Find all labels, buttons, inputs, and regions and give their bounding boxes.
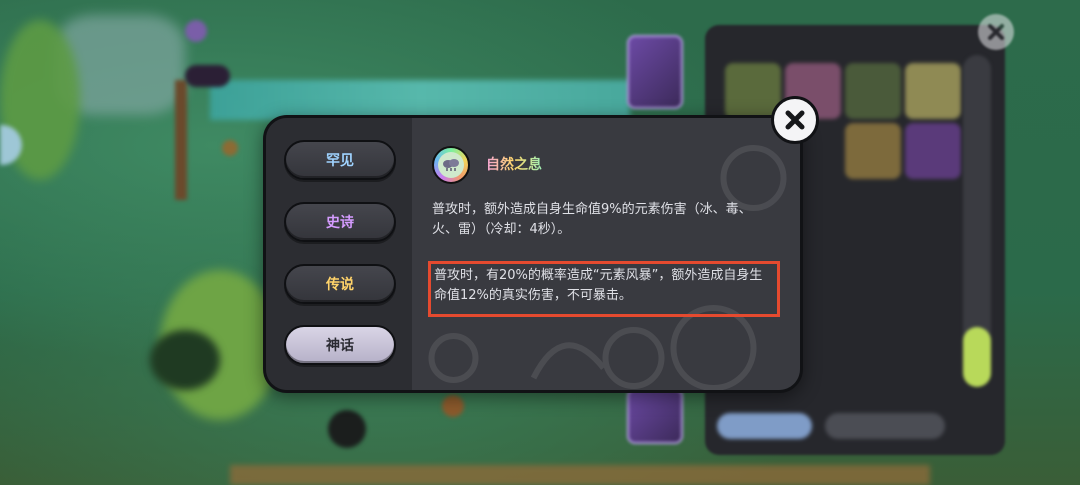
skill-title: 自然之息 <box>486 154 542 174</box>
inventory-category-bar <box>963 55 991 387</box>
inventory-slot <box>845 123 901 179</box>
close-icon <box>785 110 805 130</box>
inventory-card <box>627 35 683 109</box>
skill-description: 普攻时，额外造成自身生命值9%的元素伤害（冰、毒、火、雷）（冷却：4秒）。 <box>432 202 752 237</box>
rarity-tab-rare[interactable]: 罕见 <box>284 140 396 180</box>
background-item <box>185 20 207 42</box>
background-path <box>230 465 930 485</box>
inventory-filter-button <box>717 413 812 439</box>
skill-detail-modal: 罕见 史诗 传说 神话 自然之息 普攻时，额外造成自身生命值9%的元素伤害（冰、… <box>263 115 803 393</box>
background-water <box>210 80 630 120</box>
modal-close-button[interactable] <box>771 96 819 144</box>
rarity-tab-label: 神话 <box>326 338 354 354</box>
inventory-category-selected <box>963 327 991 387</box>
decorative-watermark <box>428 145 787 390</box>
background-item <box>222 140 238 156</box>
background-item <box>185 65 230 87</box>
rarity-tab-legendary[interactable]: 传说 <box>284 264 396 304</box>
inventory-slot <box>905 123 961 179</box>
rarity-tab-mythic[interactable]: 神话 <box>284 325 396 365</box>
inventory-slot <box>845 63 901 119</box>
inventory-sort-button <box>825 413 945 439</box>
skill-detail-panel: 自然之息 普攻时，额外造成自身生命值9%的元素伤害（冰、毒、火、雷）（冷却：4秒… <box>412 118 800 390</box>
close-icon <box>988 24 1004 40</box>
skill-upgrade-description: 普攻时，有20%的概率造成“元素风暴”，额外造成自身生命值12%的真实伤害，不可… <box>434 268 763 303</box>
rarity-tab-label: 史诗 <box>326 215 354 231</box>
inventory-slot <box>905 63 961 119</box>
inventory-card <box>627 388 683 444</box>
rarity-tab-label: 罕见 <box>326 153 354 169</box>
background-shadow <box>150 330 220 390</box>
background-item <box>442 395 464 417</box>
background-tree-trunk <box>175 80 187 200</box>
background-item <box>328 410 366 448</box>
nature-breath-icon <box>432 146 470 184</box>
rarity-tab-epic[interactable]: 史诗 <box>284 202 396 242</box>
rarity-tab-label: 传说 <box>326 277 354 293</box>
rarity-tab-list: 罕见 史诗 传说 神话 <box>266 118 412 390</box>
inventory-close-button <box>978 14 1014 50</box>
